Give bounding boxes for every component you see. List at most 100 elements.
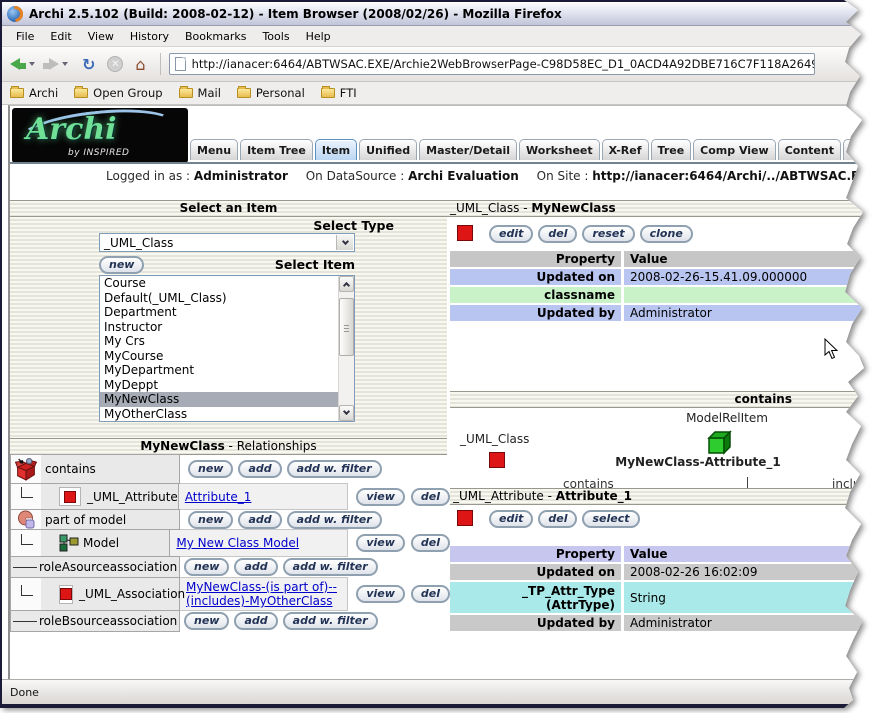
class-property-table: Property Value Updated on 2008-02-26-15.… <box>450 251 870 323</box>
tab-tree[interactable]: Tree <box>651 139 692 160</box>
del-button[interactable]: del <box>411 534 450 552</box>
bookmark-fti[interactable]: FTI <box>321 86 357 100</box>
back-dropdown-icon[interactable] <box>29 62 35 66</box>
attribute-property-table: Property Value Updated on 2008-02-26 16:… <box>450 546 870 633</box>
stop-icon[interactable]: ✕ <box>107 56 123 72</box>
new-item-button[interactable]: new <box>99 256 144 274</box>
menu-view[interactable]: View <box>80 27 122 46</box>
new-button[interactable]: new <box>184 558 229 576</box>
del-button[interactable]: del <box>538 510 577 528</box>
forward-button[interactable] <box>43 58 72 70</box>
add-button[interactable]: add <box>238 460 281 478</box>
folder-icon <box>237 88 251 98</box>
menu-history[interactable]: History <box>122 27 177 46</box>
model-link[interactable]: My New Class Model <box>176 536 299 550</box>
new-button[interactable]: new <box>188 460 233 478</box>
menu-file[interactable]: File <box>8 27 42 46</box>
logo-subtitle: by INSPIRED <box>68 148 129 158</box>
type-select[interactable]: _UML_Class <box>99 233 355 252</box>
list-item-selected[interactable]: MyNewClass <box>100 392 338 407</box>
add-with-filter-button[interactable]: add w. filter <box>283 612 378 630</box>
menu-bookmarks[interactable]: Bookmarks <box>177 27 254 46</box>
bookmark-open-group[interactable]: Open Group <box>74 86 162 100</box>
type-select-value: _UML_Class <box>104 236 173 250</box>
clone-button[interactable]: clone <box>640 225 693 243</box>
relationship-item-name[interactable]: MyNewClass-Attribute_1 <box>573 455 823 469</box>
red-square-icon <box>64 491 76 503</box>
attribute-link[interactable]: Attribute_1 <box>185 490 252 504</box>
view-button[interactable]: view <box>356 585 405 603</box>
tab-worksheet[interactable]: Worksheet <box>519 139 600 160</box>
bookmarks-toolbar: Archi Open Group Mail Personal FTI <box>2 82 884 105</box>
menu-tools[interactable]: Tools <box>254 27 297 46</box>
new-button[interactable]: new <box>184 612 229 630</box>
combo-dropdown-button[interactable] <box>336 235 353 250</box>
association-link[interactable]: MyNewClass-(is part of)--(includes)-MyOt… <box>186 580 341 608</box>
title-bar[interactable]: Archi 2.5.102 (Build: 2008-02-12) - Item… <box>2 2 884 26</box>
view-button[interactable]: view <box>356 488 405 506</box>
add-with-filter-button[interactable]: add w. filter <box>283 558 378 576</box>
back-button[interactable] <box>10 58 39 70</box>
list-item[interactable]: My Crs <box>100 334 338 349</box>
del-button[interactable]: del <box>411 585 450 603</box>
mouse-cursor <box>824 338 838 360</box>
list-item[interactable]: Instructor <box>100 320 338 335</box>
add-with-filter-button[interactable]: add w. filter <box>287 460 382 478</box>
tree-connector <box>21 487 33 498</box>
select-button[interactable]: select <box>582 510 639 528</box>
tab-underline <box>10 162 884 164</box>
add-with-filter-button[interactable]: add w. filter <box>287 511 382 529</box>
uml-class-icon[interactable] <box>489 452 505 468</box>
page-content: Archi by INSPIRED Menu Item Tree Item Un… <box>8 105 884 679</box>
class-actions: edit del reset clone <box>489 225 693 243</box>
tab-comp-view[interactable]: Comp View <box>693 139 776 160</box>
menu-edit[interactable]: Edit <box>42 27 79 46</box>
tab-content[interactable]: Content <box>778 139 841 160</box>
list-item[interactable]: MyCourse <box>100 349 338 364</box>
list-scrollbar[interactable] <box>338 276 354 421</box>
list-item[interactable]: MyDepartment <box>100 363 338 378</box>
url-text[interactable]: http://ianacer:6464/ABTWSAC.EXE/Archie2W… <box>192 57 815 71</box>
contains-section-header: contains <box>450 391 884 408</box>
list-item[interactable]: Course <box>100 276 338 291</box>
tab-graphical[interactable]: Graphical <box>843 139 884 160</box>
scroll-thumb[interactable] <box>339 298 354 356</box>
new-button[interactable]: new <box>188 511 233 529</box>
forward-dropdown-icon[interactable] <box>62 62 68 66</box>
tab-unified[interactable]: Unified <box>359 139 417 160</box>
tab-item-tree[interactable]: Item Tree <box>240 139 313 160</box>
item-listbox[interactable]: Course Default(_UML_Class) Department In… <box>99 275 355 422</box>
list-item[interactable]: Default(_UML_Class) <box>100 291 338 306</box>
home-icon[interactable]: ⌂ <box>135 55 145 74</box>
model-rel-item-icon[interactable] <box>704 428 734 458</box>
scroll-down-button[interactable] <box>339 405 354 421</box>
tab-item[interactable]: Item <box>315 139 357 160</box>
site-value: http://ianacer:6464/Archi/../ABTWSAC.EXE… <box>592 169 881 183</box>
bookmark-archi[interactable]: Archi <box>10 86 58 100</box>
scroll-up-button[interactable] <box>339 276 354 292</box>
edit-button[interactable]: edit <box>489 510 533 528</box>
bookmark-personal[interactable]: Personal <box>237 86 305 100</box>
reload-icon[interactable]: ↻ <box>82 55 95 74</box>
menu-help[interactable]: Help <box>298 27 339 46</box>
tab-master-detail[interactable]: Master/Detail <box>419 139 517 160</box>
add-button[interactable]: add <box>238 511 281 529</box>
list-item[interactable]: MyDeppt <box>100 378 338 393</box>
tab-x-ref[interactable]: X-Ref <box>602 139 649 160</box>
window-title: Archi 2.5.102 (Build: 2008-02-12) - Item… <box>29 7 562 21</box>
add-button[interactable]: add <box>234 558 277 576</box>
list-item[interactable]: Department <box>100 305 338 320</box>
session-line: Logged in as : Administrator On DataSour… <box>106 169 881 183</box>
reset-button[interactable]: reset <box>582 225 634 243</box>
folder-icon <box>179 88 193 98</box>
add-button[interactable]: add <box>234 612 277 630</box>
url-bar[interactable]: http://ianacer:6464/ABTWSAC.EXE/Archie2W… <box>169 53 815 75</box>
del-button[interactable]: del <box>538 225 577 243</box>
tab-menu[interactable]: Menu <box>190 139 238 160</box>
view-button[interactable]: view <box>356 534 405 552</box>
del-button[interactable]: del <box>411 488 450 506</box>
select-panel-title: Select an Item <box>10 201 447 216</box>
edit-button[interactable]: edit <box>489 225 533 243</box>
bookmark-mail[interactable]: Mail <box>179 86 221 100</box>
list-item[interactable]: MyOtherClass <box>100 407 338 422</box>
